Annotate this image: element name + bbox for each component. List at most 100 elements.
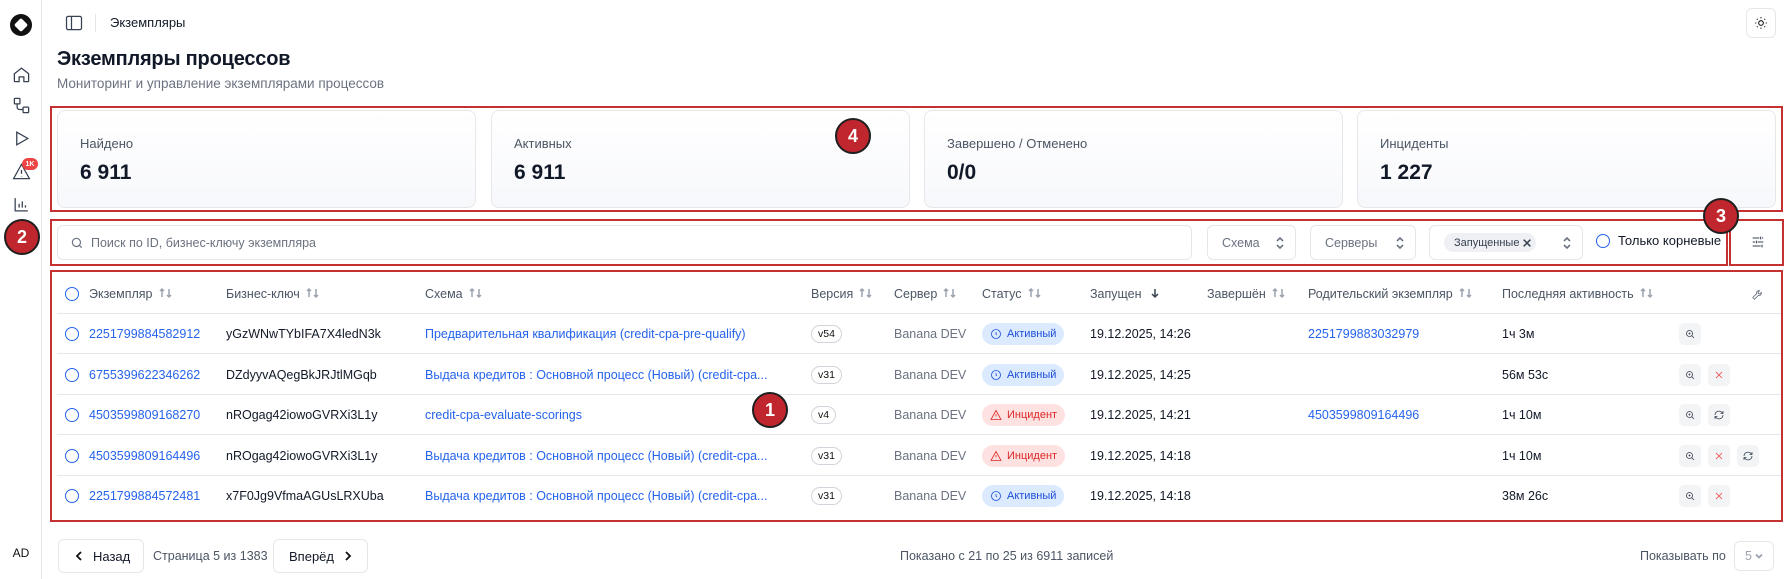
last-activity: 1ч 3м bbox=[1502, 327, 1535, 341]
only-root-label: Только корневые bbox=[1618, 233, 1722, 248]
per-page-select[interactable]: 5 bbox=[1734, 541, 1774, 571]
parent-instance-link[interactable]: 4503599809164496 bbox=[1308, 395, 1493, 435]
search-input[interactable] bbox=[91, 232, 1171, 254]
play-icon[interactable] bbox=[11, 128, 31, 148]
col-finished[interactable]: Завершён bbox=[1207, 274, 1307, 314]
col-business-key[interactable]: Бизнес-ключ bbox=[226, 274, 376, 314]
server-name: Banana DEV bbox=[894, 327, 967, 341]
stat-card-found: Найдено 6 911 bbox=[57, 110, 476, 208]
zoom-button[interactable] bbox=[1679, 444, 1701, 467]
zoom-button[interactable] bbox=[1679, 404, 1701, 426]
per-page-label: Показывать по bbox=[1640, 549, 1726, 563]
close-icon[interactable] bbox=[1522, 238, 1532, 248]
schema-link[interactable]: Выдача кредитов : Основной процесс (Новы… bbox=[425, 476, 805, 516]
sort-icon bbox=[859, 287, 873, 302]
row-checkbox[interactable] bbox=[65, 367, 79, 382]
table-row[interactable]: 2251799884572481 x7F0Jg9VfmaAGUsLRXUba Выд… bbox=[57, 476, 1781, 516]
col-schema[interactable]: Схема bbox=[425, 274, 725, 314]
parent-instance-link[interactable] bbox=[1308, 355, 1493, 395]
cancel-button[interactable] bbox=[1708, 485, 1730, 507]
servers-select[interactable]: Серверы bbox=[1310, 225, 1416, 260]
schema-select-label: Схема bbox=[1222, 235, 1260, 250]
diagram-icon[interactable] bbox=[11, 95, 31, 115]
instance-id-link[interactable]: 4503599809164496 bbox=[89, 436, 219, 476]
last-activity: 38м 26с bbox=[1502, 489, 1549, 503]
chevron-right-icon bbox=[345, 551, 352, 561]
zoom-button[interactable] bbox=[1679, 363, 1701, 386]
instance-id-link[interactable]: 6755399622346262 bbox=[89, 355, 219, 395]
cancel-icon bbox=[1713, 450, 1725, 462]
instance-id-link[interactable]: 4503599809168270 bbox=[89, 395, 219, 435]
checkbox-circle[interactable] bbox=[1596, 233, 1610, 248]
breadcrumb[interactable]: Экземпляры bbox=[110, 15, 185, 30]
sliders-icon bbox=[1752, 236, 1764, 247]
prev-page-button[interactable]: Назад bbox=[58, 539, 144, 573]
stat-card-completed: Завершено / Отменено 0/0 bbox=[924, 110, 1343, 208]
theme-toggle-button[interactable] bbox=[1746, 8, 1776, 38]
instance-id-link[interactable]: 2251799884582912 bbox=[89, 314, 219, 354]
instance-id-link[interactable]: 2251799884572481 bbox=[89, 476, 219, 516]
sidebar-toggle-icon[interactable] bbox=[64, 13, 84, 33]
sun-icon bbox=[1755, 17, 1767, 29]
schema-link[interactable]: Предварительная квалификация (credit-cpa… bbox=[425, 314, 805, 354]
zoom-icon bbox=[1684, 369, 1696, 381]
zoom-button[interactable] bbox=[1679, 485, 1701, 507]
sort-icon bbox=[1272, 287, 1286, 302]
col-version[interactable]: Версия bbox=[811, 274, 891, 314]
only-root-checkbox[interactable]: Только корневые bbox=[1596, 233, 1721, 248]
schema-select[interactable]: Схема bbox=[1207, 225, 1296, 260]
table-row[interactable]: 4503599809164496 nROgag42iowoGVRXi3L1y Выд… bbox=[57, 436, 1781, 476]
zoom-icon bbox=[1684, 490, 1696, 502]
schema-link[interactable]: credit-cpa-evaluate-scorings bbox=[425, 395, 805, 435]
status-badge: Инцидент bbox=[982, 404, 1066, 426]
filter-settings-button[interactable] bbox=[1734, 221, 1782, 262]
row-checkbox[interactable] bbox=[65, 448, 79, 463]
clock-icon bbox=[990, 490, 1002, 502]
select-all-checkbox[interactable] bbox=[65, 287, 79, 301]
chevron-up-down-icon bbox=[1275, 236, 1285, 250]
status-badge: Активный bbox=[982, 485, 1065, 507]
schema-link[interactable]: Выдача кредитов : Основной процесс (Новы… bbox=[425, 355, 805, 395]
home-icon[interactable] bbox=[11, 64, 31, 84]
cancel-button[interactable] bbox=[1708, 444, 1730, 467]
row-checkbox[interactable] bbox=[65, 489, 79, 503]
chart-icon[interactable] bbox=[11, 194, 31, 214]
status-badge: Инцидент bbox=[982, 444, 1066, 467]
table-row[interactable]: 6755399622346262 DZdyyvAQegBkJRJtlMGqb Выд… bbox=[57, 355, 1781, 395]
row-checkbox[interactable] bbox=[65, 327, 79, 341]
server-name: Banana DEV bbox=[894, 489, 967, 503]
col-started[interactable]: Запущен bbox=[1090, 274, 1190, 314]
version-badge: v54 bbox=[811, 325, 842, 343]
cancel-button[interactable] bbox=[1708, 363, 1730, 386]
sort-icon bbox=[1027, 287, 1042, 302]
retry-button[interactable] bbox=[1708, 404, 1730, 426]
parent-instance-link[interactable] bbox=[1308, 476, 1493, 516]
row-checkbox[interactable] bbox=[65, 408, 79, 422]
status-select[interactable]: Запущенные bbox=[1429, 225, 1583, 260]
parent-instance-link[interactable] bbox=[1308, 436, 1493, 476]
sort-icon bbox=[1640, 287, 1654, 302]
search-box[interactable] bbox=[57, 225, 1192, 260]
col-last-activity[interactable]: Последняя активность bbox=[1502, 274, 1682, 314]
avatar[interactable]: AD bbox=[8, 542, 34, 564]
col-parent[interactable]: Родительский экземпляр bbox=[1308, 274, 1488, 314]
clock-icon bbox=[990, 369, 1002, 381]
col-status[interactable]: Статус bbox=[982, 274, 1062, 314]
app-logo[interactable] bbox=[10, 14, 32, 36]
zoom-button[interactable] bbox=[1679, 323, 1701, 345]
table-row[interactable]: 4503599809168270 nROgag42iowoGVRXi3L1y cre… bbox=[57, 395, 1781, 435]
incident-count-badge: 1K bbox=[22, 158, 38, 170]
business-key: DZdyyvAQegBkJRJtlMGqb bbox=[226, 367, 377, 382]
table-row[interactable]: 2251799884582912 yGzWNwTYbIFA7X4ledN3k Пре… bbox=[57, 314, 1781, 354]
col-server[interactable]: Сервер bbox=[894, 274, 974, 314]
retry-button[interactable] bbox=[1737, 444, 1759, 467]
wrench-icon[interactable] bbox=[1751, 287, 1765, 301]
schema-link[interactable]: Выдача кредитов : Основной процесс (Новы… bbox=[425, 436, 805, 476]
col-instance[interactable]: Экземпляр bbox=[89, 274, 219, 314]
parent-instance-link[interactable]: 2251799883032979 bbox=[1308, 314, 1493, 354]
stat-value: 6 911 bbox=[80, 161, 132, 184]
sort-desc-icon bbox=[1148, 287, 1162, 302]
next-page-button[interactable]: Вперёд bbox=[273, 539, 368, 573]
status-badge: Активный bbox=[982, 323, 1065, 345]
last-activity: 56м 53с bbox=[1502, 367, 1549, 382]
